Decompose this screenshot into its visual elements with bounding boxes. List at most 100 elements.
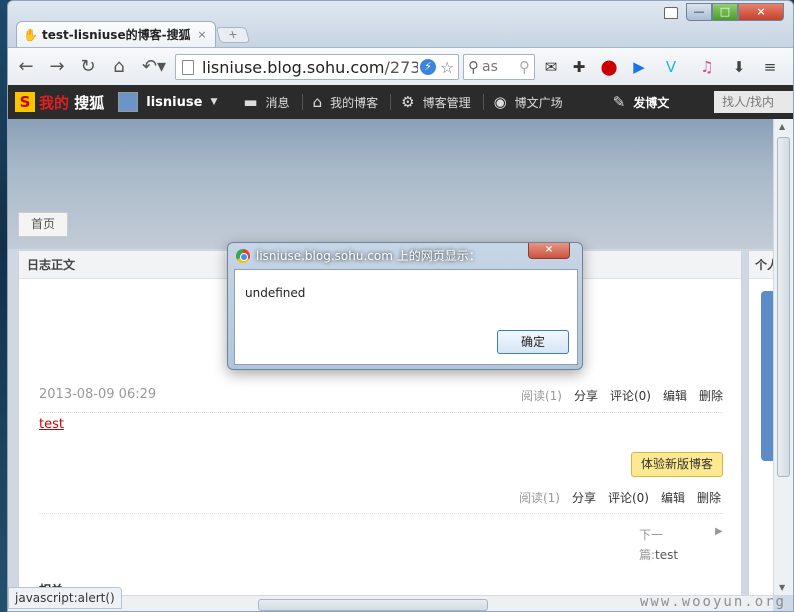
ok-button[interactable]: 确定 bbox=[497, 330, 569, 354]
forward-icon[interactable]: → bbox=[44, 54, 70, 80]
globe-icon: ◉ bbox=[493, 93, 507, 111]
maximize-button[interactable]: □ bbox=[712, 3, 738, 21]
reload-icon[interactable]: ↻ bbox=[75, 54, 101, 80]
browser-tab[interactable]: ✋ test-lisniuse的博客-搜狐 × bbox=[16, 21, 216, 47]
nav-blog-square[interactable]: ◉ 博文广场 bbox=[494, 93, 563, 111]
page-icon bbox=[182, 59, 194, 75]
divider bbox=[301, 94, 303, 110]
share-link[interactable]: 分享 bbox=[572, 489, 596, 506]
nav-blog-admin-label: 博客管理 bbox=[422, 95, 471, 110]
url-text[interactable]: lisniuse.blog.sohu.com/2736 bbox=[202, 58, 418, 77]
nav-messages[interactable]: ▬ 消息 bbox=[243, 93, 289, 111]
search-icon[interactable]: ⚲ bbox=[519, 58, 530, 76]
nav-blog-square-label: 博文广场 bbox=[514, 95, 563, 110]
star-icon[interactable]: ☆ bbox=[440, 58, 454, 77]
comment-link[interactable]: 评论(0) bbox=[608, 489, 649, 506]
share-link[interactable]: 分享 bbox=[574, 387, 598, 404]
nav-my-blog-label: 我的博客 bbox=[330, 95, 379, 110]
divider bbox=[482, 94, 484, 110]
side-panel-title: 个人 bbox=[749, 251, 773, 279]
download-icon[interactable]: ⬇ bbox=[728, 56, 750, 78]
read-count: 阅读(1) bbox=[518, 491, 560, 505]
minimize-button[interactable]: — bbox=[686, 3, 712, 21]
dialog-close-button[interactable]: × bbox=[528, 243, 570, 259]
theme-icon[interactable] bbox=[664, 7, 678, 19]
speed-dial-icon[interactable]: ⚡ bbox=[420, 59, 436, 75]
home-icon[interactable]: ⌂ bbox=[106, 54, 132, 80]
search-text[interactable]: as bbox=[482, 59, 498, 75]
sohu-brand[interactable]: 我的 搜狐 bbox=[39, 92, 104, 113]
user-menu[interactable]: lisniuse ▼ bbox=[118, 92, 217, 112]
next-post-link[interactable]: 篇:test bbox=[639, 546, 678, 563]
chevron-down-icon: ▼ bbox=[210, 97, 218, 107]
vimeo-icon[interactable]: V bbox=[660, 56, 682, 78]
side-widget bbox=[761, 291, 773, 461]
message-icon: ▬ bbox=[243, 93, 258, 111]
play-icon[interactable]: ▶ bbox=[628, 56, 650, 78]
status-bar: javascript:alert() bbox=[8, 587, 122, 609]
scroll-down-icon[interactable]: ▼ bbox=[779, 583, 785, 592]
people-search-input[interactable]: 找人/找内 bbox=[714, 91, 793, 113]
tab-title: test-lisniuse的博客-搜狐 bbox=[42, 28, 190, 42]
scroll-up-icon[interactable]: ▲ bbox=[779, 122, 785, 131]
username: lisniuse bbox=[146, 94, 203, 110]
sohu-logo-icon[interactable]: S bbox=[15, 92, 35, 112]
divider bbox=[390, 94, 392, 110]
alert-dialog: lisniuse.blog.sohu.com 上的网页显示： × undefin… bbox=[227, 242, 583, 370]
vertical-scroll-thumb[interactable] bbox=[777, 137, 790, 477]
dialog-body: undefined 确定 bbox=[234, 269, 578, 365]
post-meta: 2013-08-09 06:29 阅读(1) 分享 评论(0) 编辑 删除 bbox=[39, 387, 723, 413]
browser-window: ✋ test-lisniuse的博客-搜狐 × + — □ × ← → ↻ ⌂ … bbox=[7, 0, 794, 612]
post-actions-bottom: 阅读(1) 分享 评论(0) 编辑 删除 bbox=[519, 489, 721, 506]
post-blog-label: 发博文 bbox=[633, 95, 670, 110]
home-icon: ⌂ bbox=[312, 93, 323, 111]
search-engine-icon: ⚲ bbox=[468, 58, 479, 76]
comment-link[interactable]: 评论(0) bbox=[610, 387, 651, 404]
browser-toolbar: ← → ↻ ⌂ ↶▾ lisniuse.blog.sohu.com/2736 ⚡… bbox=[8, 47, 793, 85]
read-count: 阅读(1) bbox=[520, 389, 562, 403]
adblock-icon[interactable]: ⬤ bbox=[598, 56, 620, 78]
vertical-scrollbar[interactable]: ▲ ▼ bbox=[773, 119, 793, 595]
gear-icon: ⚙ bbox=[401, 93, 415, 111]
post-body-link[interactable]: test bbox=[39, 417, 64, 432]
search-box[interactable]: ⚲ as ⚲ bbox=[463, 54, 535, 80]
dialog-title: lisniuse.blog.sohu.com 上的网页显示： bbox=[256, 249, 481, 263]
watermark: www.wooyun.org bbox=[639, 594, 786, 610]
nav-messages-label: 消息 bbox=[265, 95, 290, 110]
next-post-label: 下一 bbox=[639, 528, 664, 542]
sohu-favicon-icon: ✋ bbox=[23, 27, 38, 42]
avatar bbox=[118, 92, 139, 112]
tab-close-icon[interactable]: × bbox=[195, 28, 209, 41]
tab-home[interactable]: 首页 bbox=[18, 212, 68, 237]
post-blog-button[interactable]: ✎ 发博文 bbox=[613, 93, 670, 111]
dialog-message: undefined bbox=[245, 286, 306, 300]
post-navigation: 下一 ▶ 篇:test bbox=[39, 513, 723, 569]
edit-link[interactable]: 编辑 bbox=[663, 387, 687, 404]
nav-my-blog[interactable]: ⌂ 我的博客 bbox=[313, 93, 379, 111]
dialog-title-bar: lisniuse.blog.sohu.com 上的网页显示： bbox=[236, 247, 481, 264]
music-icon[interactable]: ♫ bbox=[696, 56, 718, 78]
horizontal-scroll-thumb[interactable] bbox=[258, 599, 488, 611]
title-bar: ✋ test-lisniuse的博客-搜狐 × + — □ × bbox=[8, 1, 793, 49]
chrome-icon bbox=[236, 248, 250, 263]
pencil-icon: ✎ bbox=[612, 93, 626, 111]
menu-icon[interactable]: ≡ bbox=[759, 56, 781, 78]
puzzle-icon[interactable]: ✚ bbox=[568, 56, 590, 78]
undo-icon[interactable]: ↶▾ bbox=[137, 54, 171, 80]
delete-link[interactable]: 删除 bbox=[697, 489, 721, 506]
delete-link[interactable]: 删除 bbox=[699, 387, 723, 404]
blog-banner bbox=[8, 119, 773, 249]
gmail-icon[interactable]: ✉ bbox=[540, 56, 562, 78]
close-window-button[interactable]: × bbox=[738, 3, 784, 21]
sohu-nav-bar: S 我的 搜狐 lisniuse ▼ ▬ 消息 ⌂ 我的博客 ⚙ 博客管理 ◉ … bbox=[8, 85, 793, 119]
post-actions: 阅读(1) 分享 评论(0) 编辑 删除 bbox=[521, 387, 723, 404]
nav-blog-admin[interactable]: ⚙ 博客管理 bbox=[401, 93, 470, 111]
edit-link[interactable]: 编辑 bbox=[661, 489, 685, 506]
back-icon[interactable]: ← bbox=[13, 54, 39, 80]
address-bar[interactable]: lisniuse.blog.sohu.com/2736 ⚡ ☆ bbox=[175, 54, 459, 80]
chevron-right-icon[interactable]: ▶ bbox=[715, 526, 723, 537]
side-panel: 个人 bbox=[748, 250, 773, 595]
post-date: 2013-08-09 06:29 bbox=[39, 387, 157, 402]
try-new-blog-button[interactable]: 体验新版博客 bbox=[631, 452, 723, 477]
new-tab-button[interactable]: + bbox=[215, 27, 251, 43]
